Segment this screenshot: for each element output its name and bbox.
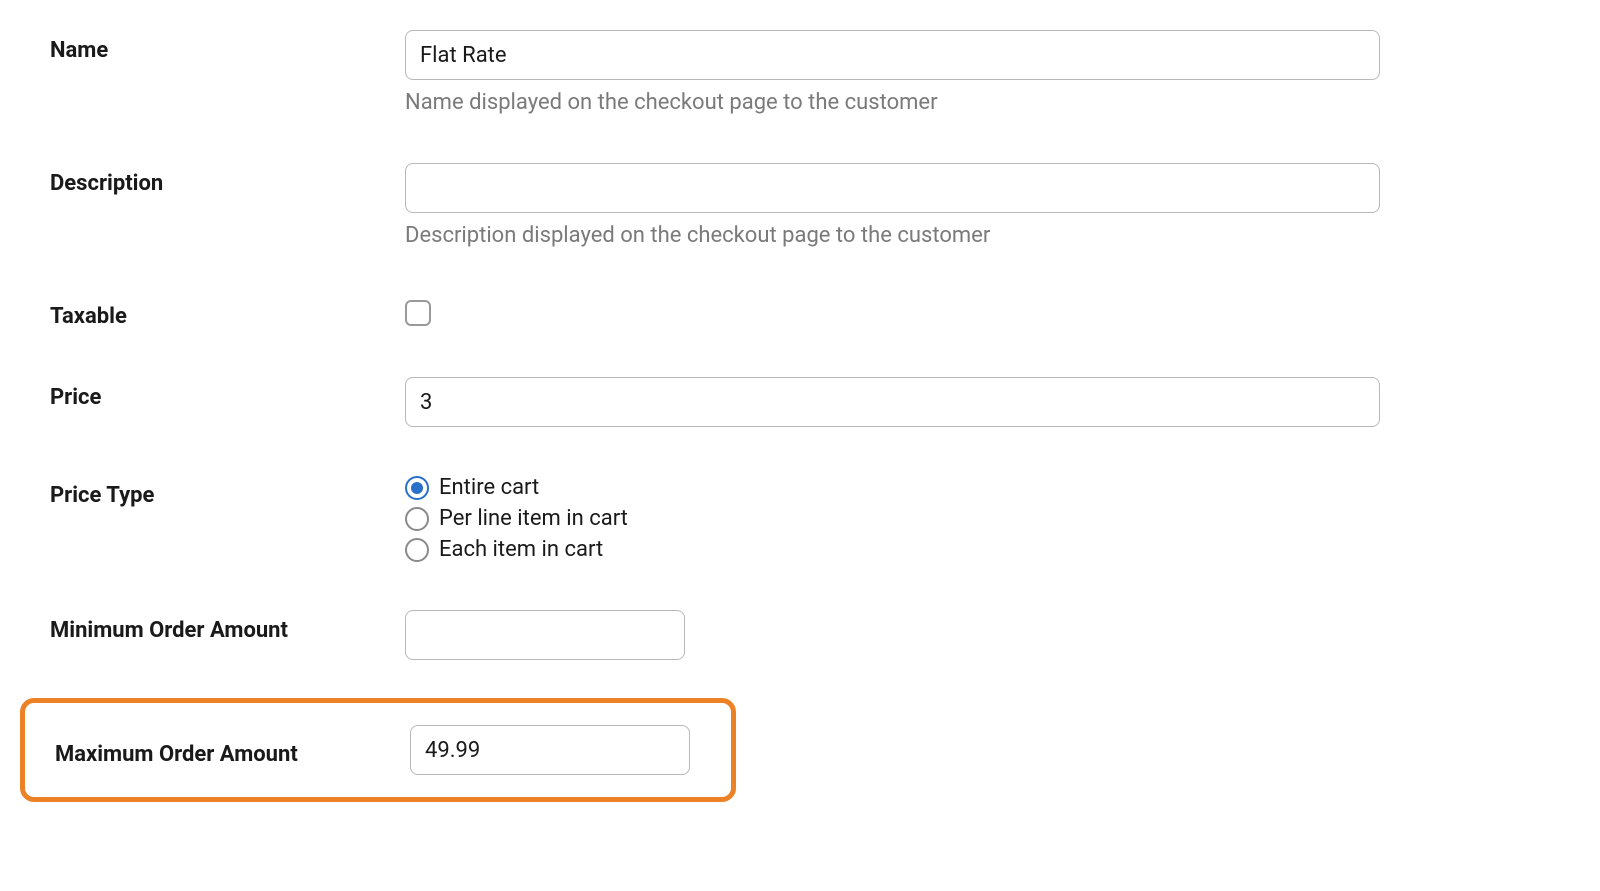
price-input[interactable] (405, 377, 1380, 427)
price-type-row: Price Type Entire cart Per line item in … (50, 475, 1550, 562)
radio-label: Entire cart (439, 475, 539, 500)
description-control-wrap: Description displayed on the checkout pa… (405, 163, 1380, 248)
max-order-label: Maximum Order Amount (55, 734, 410, 767)
price-type-label: Price Type (50, 475, 405, 508)
taxable-control-wrap (405, 296, 1380, 326)
name-control-wrap: Name displayed on the checkout page to t… (405, 30, 1380, 115)
radio-icon (405, 476, 429, 500)
price-type-option-entire-cart[interactable]: Entire cart (405, 475, 1380, 500)
price-type-option-each-item[interactable]: Each item in cart (405, 537, 1380, 562)
name-row: Name Name displayed on the checkout page… (50, 30, 1550, 115)
price-type-control-wrap: Entire cart Per line item in cart Each i… (405, 475, 1380, 562)
taxable-checkbox[interactable] (405, 300, 431, 326)
max-order-highlight: Maximum Order Amount (20, 698, 736, 802)
description-label: Description (50, 163, 405, 196)
radio-icon (405, 538, 429, 562)
min-order-input[interactable] (405, 610, 685, 660)
price-row: Price (50, 377, 1550, 427)
description-helper: Description displayed on the checkout pa… (405, 223, 1380, 248)
price-control-wrap (405, 377, 1380, 427)
name-label: Name (50, 30, 405, 63)
price-type-option-per-line-item[interactable]: Per line item in cart (405, 506, 1380, 531)
max-order-control-wrap (410, 725, 690, 775)
min-order-control-wrap (405, 610, 1380, 660)
min-order-row: Minimum Order Amount (50, 610, 1550, 660)
radio-label: Each item in cart (439, 537, 603, 562)
radio-label: Per line item in cart (439, 506, 628, 531)
min-order-label: Minimum Order Amount (50, 610, 405, 643)
name-input[interactable] (405, 30, 1380, 80)
taxable-label: Taxable (50, 296, 405, 329)
max-order-input[interactable] (410, 725, 690, 775)
name-helper: Name displayed on the checkout page to t… (405, 90, 1380, 115)
description-input[interactable] (405, 163, 1380, 213)
radio-icon (405, 507, 429, 531)
description-row: Description Description displayed on the… (50, 163, 1550, 248)
price-label: Price (50, 377, 405, 410)
taxable-row: Taxable (50, 296, 1550, 329)
price-type-radio-group: Entire cart Per line item in cart Each i… (405, 475, 1380, 562)
